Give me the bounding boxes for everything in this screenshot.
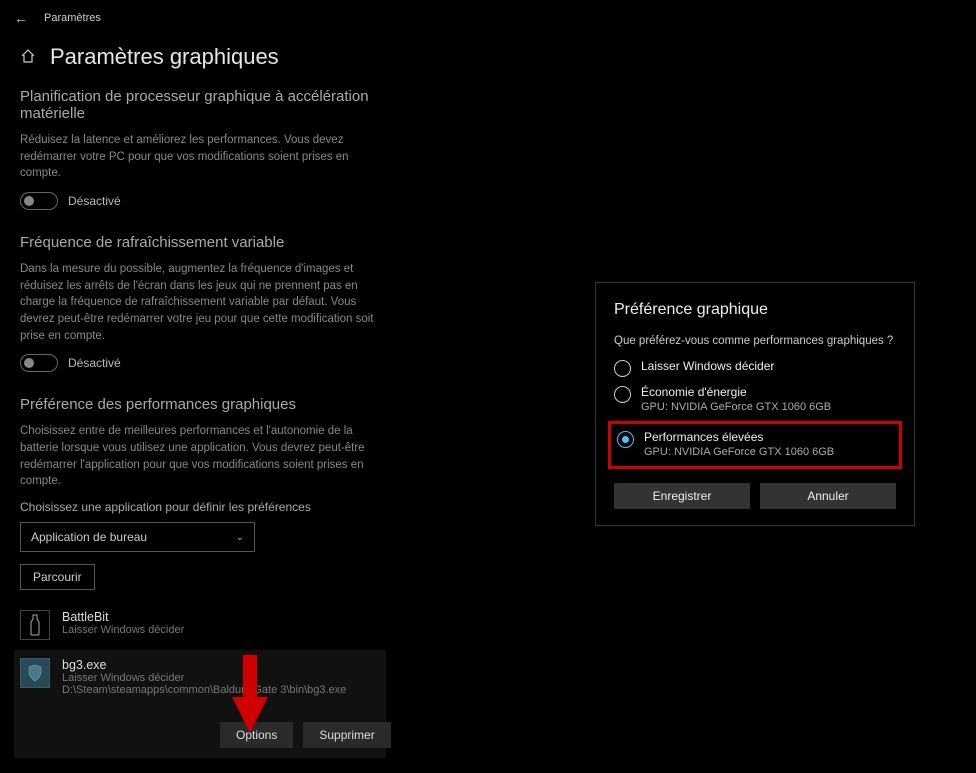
section-perf-pref: Préférence des performances graphiques C… (20, 396, 380, 758)
choose-app-label: Choisissez une application pour définir … (20, 500, 380, 514)
delete-button[interactable]: Supprimer (303, 722, 390, 748)
section-hw-scheduling: Planification de processeur graphique à … (20, 88, 380, 210)
options-button[interactable]: Options (220, 722, 293, 748)
radio-icon (614, 360, 631, 377)
radio-icon (617, 431, 634, 448)
app-name: bg3.exe (62, 658, 380, 672)
home-icon[interactable] (20, 48, 36, 67)
section-vrr: Fréquence de rafraîchissement variable D… (20, 234, 380, 372)
toggle-row-hw: Désactivé (20, 192, 380, 210)
app-path: D:\Steam\steamapps\common\Baldurs Gate 3… (62, 684, 380, 696)
back-arrow-icon[interactable]: ← (14, 10, 28, 26)
titlebar-title: Paramètres (44, 12, 101, 24)
app-row-bg3[interactable]: bg3.exe Laisser Windows décider D:\Steam… (14, 650, 386, 758)
radio-label: Performances élevées (644, 430, 834, 444)
radio-option-windows-decide[interactable]: Laisser Windows décider (614, 359, 896, 377)
titlebar: ← Paramètres (0, 0, 976, 32)
app-name: BattleBit (62, 610, 380, 624)
app-icon (20, 658, 50, 688)
section-desc: Réduisez la latence et améliorez les per… (20, 132, 380, 182)
app-pref: Laisser Windows décider (62, 624, 380, 636)
hw-sched-toggle[interactable] (20, 192, 58, 210)
app-info: bg3.exe Laisser Windows décider D:\Steam… (62, 658, 380, 696)
radio-icon (614, 386, 631, 403)
dialog-title: Préférence graphique (614, 301, 896, 319)
browse-button[interactable]: Parcourir (20, 564, 95, 590)
page-header: Paramètres graphiques (0, 32, 976, 88)
radio-option-high-performance[interactable]: Performances élevées GPU: NVIDIA GeForce… (608, 421, 902, 469)
dialog-question: Que préférez-vous comme performances gra… (614, 335, 896, 347)
cancel-button[interactable]: Annuler (760, 483, 896, 509)
app-row-battlebit[interactable]: BattleBit Laisser Windows décider (20, 604, 380, 646)
app-info: BattleBit Laisser Windows décider (62, 610, 380, 636)
section-desc: Dans la mesure du possible, augmentez la… (20, 261, 380, 344)
section-title: Planification de processeur graphique à … (20, 88, 380, 122)
radio-sublabel: GPU: NVIDIA GeForce GTX 1060 6GB (644, 446, 834, 458)
radio-label: Économie d'énergie (641, 385, 831, 399)
section-title: Préférence des performances graphiques (20, 396, 380, 413)
vrr-toggle[interactable] (20, 354, 58, 372)
radio-label: Laisser Windows décider (641, 359, 774, 373)
dialog-buttons: Enregistrer Annuler (614, 483, 896, 509)
graphics-preference-dialog: Préférence graphique Que préférez-vous c… (595, 282, 915, 526)
toggle-row-vrr: Désactivé (20, 354, 380, 372)
chevron-down-icon: ⌄ (236, 532, 244, 543)
section-title: Fréquence de rafraîchissement variable (20, 234, 380, 251)
section-desc: Choisissez entre de meilleures performan… (20, 423, 380, 490)
dropdown-value: Application de bureau (31, 530, 147, 544)
radio-sublabel: GPU: NVIDIA GeForce GTX 1060 6GB (641, 401, 831, 413)
page-title: Paramètres graphiques (50, 44, 279, 70)
toggle-label: Désactivé (68, 194, 121, 208)
radio-option-power-saving[interactable]: Économie d'énergie GPU: NVIDIA GeForce G… (614, 385, 896, 413)
app-type-dropdown[interactable]: Application de bureau ⌄ (20, 522, 255, 552)
save-button[interactable]: Enregistrer (614, 483, 750, 509)
toggle-label: Désactivé (68, 356, 121, 370)
content-area: Planification de processeur graphique à … (0, 88, 400, 758)
app-buttons: Options Supprimer (20, 722, 380, 748)
app-pref: Laisser Windows décider (62, 672, 380, 684)
app-icon (20, 610, 50, 640)
